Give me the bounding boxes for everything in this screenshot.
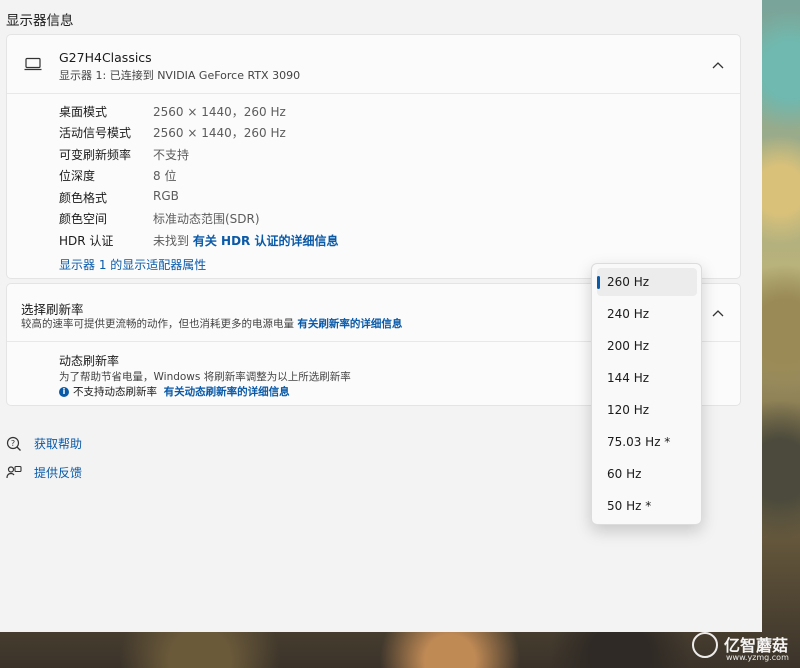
feedback-label: 提供反馈	[34, 466, 83, 480]
monitor-subtitle: 显示器 1: 已连接到 NVIDIA GeForce RTX 3090	[59, 69, 301, 82]
info-label: HDR 认证	[59, 234, 114, 248]
dropdown-option-144hz[interactable]: 144 Hz	[597, 364, 697, 392]
dynamic-refresh-info-link[interactable]: 有关动态刷新率的详细信息	[164, 386, 290, 398]
refresh-rate-desc: 较高的速率可提供更流畅的动作，但也消耗更多的电源电量	[21, 318, 294, 330]
watermark-logo-icon	[692, 632, 718, 658]
svg-text:?: ?	[11, 439, 15, 448]
info-value: 2560 × 1440，260 Hz	[153, 105, 286, 119]
section-title: 显示器信息	[6, 13, 74, 29]
refresh-rate-subtitle: 较高的速率可提供更流畅的动作，但也消耗更多的电源电量 有关刷新率的详细信息	[21, 316, 402, 331]
info-value: 不支持	[153, 148, 190, 162]
refresh-rate-dropdown[interactable]: 260 Hz 240 Hz 200 Hz 144 Hz 120 Hz 75.03…	[591, 263, 702, 525]
info-value: 8 位	[153, 169, 177, 183]
info-value: RGB	[153, 189, 179, 203]
chevron-up-icon[interactable]	[712, 61, 724, 69]
chevron-up-icon[interactable]	[712, 309, 724, 317]
dropdown-option-75hz[interactable]: 75.03 Hz *	[597, 428, 697, 456]
info-value: 标准动态范围(SDR)	[153, 212, 260, 226]
info-icon: i	[59, 387, 69, 397]
refresh-rate-info-link[interactable]: 有关刷新率的详细信息	[297, 318, 402, 330]
monitor-name: G27H4Classics	[59, 50, 152, 65]
info-label: 活动信号模式	[59, 126, 132, 140]
feedback-icon	[6, 465, 22, 479]
watermark-url: www.yzmg.com	[726, 653, 789, 662]
watermark: 亿智蘑菇 www.yzmg.com	[692, 630, 800, 666]
info-label: 可变刷新频率	[59, 148, 132, 162]
dynamic-refresh-subtitle: 为了帮助节省电量，Windows 将刷新率调整为以上所选刷新率	[59, 371, 351, 383]
card-divider	[7, 93, 740, 94]
get-help-label: 获取帮助	[34, 437, 83, 451]
monitor-info-card: G27H4Classics 显示器 1: 已连接到 NVIDIA GeForce…	[6, 34, 741, 279]
dropdown-option-60hz[interactable]: 60 Hz	[597, 460, 697, 488]
dropdown-option-50hz[interactable]: 50 Hz *	[597, 492, 697, 520]
dropdown-option-120hz[interactable]: 120 Hz	[597, 396, 697, 424]
hdr-status: 未找到	[153, 234, 190, 248]
help-icon: ?	[6, 436, 21, 451]
dropdown-option-200hz[interactable]: 200 Hz	[597, 332, 697, 360]
info-label: 颜色空间	[59, 212, 108, 226]
dynamic-refresh-title: 动态刷新率	[59, 354, 120, 368]
info-label: 桌面模式	[59, 105, 108, 119]
monitor-icon	[24, 57, 42, 71]
hdr-info-link[interactable]: 有关 HDR 认证的详细信息	[193, 234, 339, 248]
dynamic-unsupported-text: 不支持动态刷新率	[73, 386, 157, 398]
info-label: 位深度	[59, 169, 96, 183]
dropdown-option-240hz[interactable]: 240 Hz	[597, 300, 697, 328]
dropdown-option-260hz[interactable]: 260 Hz	[597, 268, 697, 296]
dynamic-refresh-note: i 不支持动态刷新率 有关动态刷新率的详细信息	[59, 384, 290, 399]
info-label: 颜色格式	[59, 191, 108, 205]
info-value: 未找到 有关 HDR 认证的详细信息	[153, 232, 338, 249]
adapter-properties-link[interactable]: 显示器 1 的显示适配器属性	[59, 256, 206, 273]
info-value: 2560 × 1440，260 Hz	[153, 126, 286, 140]
